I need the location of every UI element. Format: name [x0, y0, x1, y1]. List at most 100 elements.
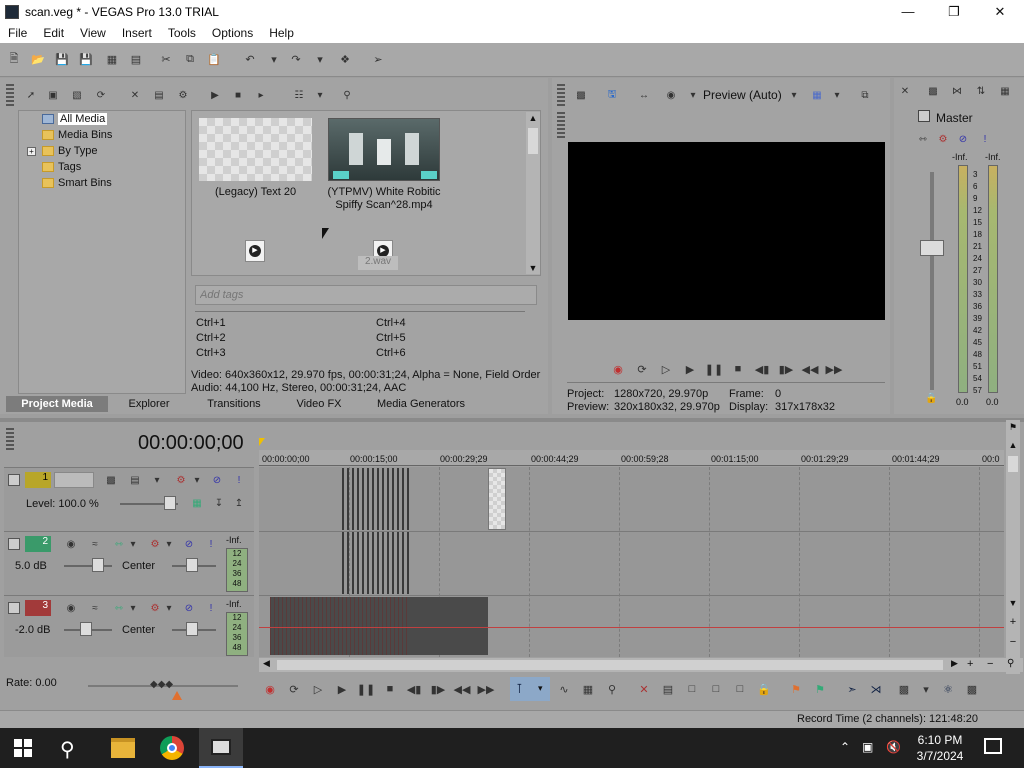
tab-transitions[interactable]: Transitions: [198, 396, 270, 412]
remove-icon[interactable]: ✕: [128, 88, 142, 102]
pause-icon[interactable]: ❚❚: [357, 681, 375, 697]
audio-event-stack[interactable]: [342, 532, 412, 594]
previous-frame-icon[interactable]: ◀◀: [802, 361, 819, 377]
minimize-button[interactable]: —: [885, 0, 931, 23]
tree-item-tags[interactable]: Tags: [42, 159, 81, 174]
downmix-icon[interactable]: ⋈: [950, 84, 964, 98]
track-minimize-icon[interactable]: [8, 474, 20, 486]
arm-for-record-icon[interactable]: ◉: [64, 537, 78, 551]
track-header-3[interactable]: 3 ◉ ≈ ⇿ ▾ ⚙ ▾ ⊘ ! -Inf. -2.0 dB Center 1…: [4, 595, 254, 657]
track-fx-icon[interactable]: ⚙: [174, 473, 188, 487]
edit-tool-button[interactable]: ⊺ ▾: [510, 677, 550, 701]
go-to-start-icon[interactable]: ◀▮: [754, 361, 770, 377]
views-dropdown-icon[interactable]: ▾: [313, 88, 327, 102]
menu-insert[interactable]: Insert: [114, 26, 160, 40]
make-compositing-child-icon[interactable]: ↧: [212, 496, 226, 510]
notifications-icon[interactable]: [984, 738, 1002, 754]
go-to-start-icon[interactable]: ◀▮: [406, 681, 422, 697]
rate-slider-handle[interactable]: ◆◆◆: [150, 679, 176, 691]
mute-icon[interactable]: ⊘: [182, 601, 196, 615]
fx-settings-icon[interactable]: ⚙: [936, 132, 950, 146]
lock-event-icon[interactable]: 🔒: [756, 681, 772, 697]
track-fx-icon[interactable]: ⚙: [148, 537, 162, 551]
save-as-icon[interactable]: 💾: [78, 51, 94, 67]
go-to-end-icon[interactable]: ▮▶: [430, 681, 446, 697]
go-to-end-icon[interactable]: ▮▶: [778, 361, 794, 377]
zoom-tool-icon[interactable]: ⚲: [604, 681, 620, 697]
clock-time[interactable]: 6:10 PM: [912, 733, 968, 747]
chevron-up-icon[interactable]: ⌃: [840, 740, 850, 754]
lock-icon[interactable]: 🔒: [925, 393, 937, 404]
mute-icon[interactable]: ⊘: [956, 132, 970, 146]
paste-icon[interactable]: 📋: [206, 51, 222, 67]
media-fx-icon[interactable]: ⚙: [176, 88, 190, 102]
delete-icon[interactable]: ✕: [636, 681, 652, 697]
composite-mode-icon[interactable]: ▤: [128, 473, 142, 487]
timeline-vertical-scrollbar[interactable]: ⚑ ▲ ▼ + −: [1006, 420, 1020, 674]
volume-muted-icon[interactable]: 🔇: [886, 740, 901, 754]
overlays-icon[interactable]: ▦: [810, 88, 824, 102]
ignore-grouping-icon[interactable]: ▩: [964, 681, 980, 697]
media-thumb-video[interactable]: [328, 118, 440, 181]
split-dropdown-icon[interactable]: ▾: [686, 88, 700, 102]
timeline-horizontal-scrollbar[interactable]: ◀ ▶ + − ⚲: [259, 658, 1023, 672]
render-icon[interactable]: ▦: [104, 51, 120, 67]
views-icon[interactable]: ☷: [292, 88, 306, 102]
vegas-taskbar-button[interactable]: [199, 728, 243, 768]
undo-icon[interactable]: ↶: [242, 51, 258, 67]
tree-item-media-bins[interactable]: Media Bins: [42, 127, 112, 142]
video-fx-icon[interactable]: ↔: [637, 88, 651, 102]
menu-help[interactable]: Help: [261, 26, 302, 40]
import-media-icon[interactable]: ➚: [24, 88, 38, 102]
invert-phase-icon[interactable]: ≈: [88, 537, 102, 551]
solo-icon[interactable]: !: [204, 601, 218, 615]
master-fader-handle[interactable]: [920, 240, 944, 256]
loop-icon[interactable]: ⟳: [286, 681, 302, 697]
tags-input[interactable]: [196, 286, 536, 304]
track-header-1[interactable]: 1 ▩ ▤ ▾ ⚙ ▾ ⊘ ! Level: 100.0 % ▦ ↧ ↥: [4, 467, 254, 531]
stop-icon[interactable]: ■: [730, 361, 746, 377]
track-motion-icon[interactable]: ▩: [104, 473, 118, 487]
redo-dropdown-icon[interactable]: ▾: [312, 51, 328, 67]
menu-tools[interactable]: Tools: [160, 26, 204, 40]
play-from-start-icon[interactable]: ▷: [658, 361, 674, 377]
insert-region-icon[interactable]: ⚑: [812, 681, 828, 697]
solo-icon[interactable]: !: [978, 132, 992, 146]
search-icon[interactable]: ⚲: [340, 88, 354, 102]
get-media-icon[interactable]: ▧: [70, 88, 84, 102]
redo-icon[interactable]: ↷: [288, 51, 304, 67]
preview-quality-select[interactable]: Preview (Auto): [703, 88, 782, 102]
open-icon[interactable]: 📂: [30, 51, 46, 67]
envelope-tool-icon[interactable]: ∿: [556, 681, 572, 697]
tree-item-smart-bins[interactable]: Smart Bins: [42, 175, 112, 190]
menu-options[interactable]: Options: [204, 26, 261, 40]
copy-snapshot-icon[interactable]: ⧉: [858, 88, 872, 102]
new-icon[interactable]: 🗎: [6, 51, 22, 67]
insert-marker-icon[interactable]: ⚑: [788, 681, 804, 697]
auto-ripple-icon[interactable]: ➣: [844, 681, 860, 697]
save-icon[interactable]: 💾: [54, 51, 70, 67]
snapping-dropdown-icon[interactable]: ▾: [918, 681, 934, 697]
trim-end-icon[interactable]: □: [708, 681, 724, 697]
cut-icon[interactable]: ✂: [158, 51, 174, 67]
stop-icon[interactable]: ■: [231, 88, 245, 102]
clock-date[interactable]: 3/7/2024: [908, 749, 972, 763]
play-icon[interactable]: ▶: [334, 681, 350, 697]
composite-dropdown-icon[interactable]: ▾: [150, 473, 164, 487]
overlays-dropdown-icon[interactable]: ▾: [830, 88, 844, 102]
pause-icon[interactable]: ❚❚: [705, 361, 723, 377]
play-icon[interactable]: ▶: [208, 88, 222, 102]
tab-media-generators[interactable]: Media Generators: [368, 396, 474, 412]
pan-slider-handle[interactable]: [186, 558, 198, 572]
split-icon[interactable]: □: [732, 681, 748, 697]
close-button[interactable]: ✕: [977, 0, 1023, 23]
external-monitor-icon[interactable]: 🖫: [605, 88, 619, 102]
chrome-icon[interactable]: [160, 736, 184, 760]
properties-icon[interactable]: ▤: [128, 51, 144, 67]
play-icon[interactable]: ▶: [682, 361, 698, 377]
track-fx-dropdown-icon[interactable]: ▾: [162, 537, 176, 551]
bypass-motion-blur-icon[interactable]: ▦: [190, 496, 204, 510]
play-from-start-icon[interactable]: ▷: [310, 681, 326, 697]
record-icon[interactable]: ◉: [262, 681, 278, 697]
volume-slider-handle[interactable]: [92, 558, 104, 572]
